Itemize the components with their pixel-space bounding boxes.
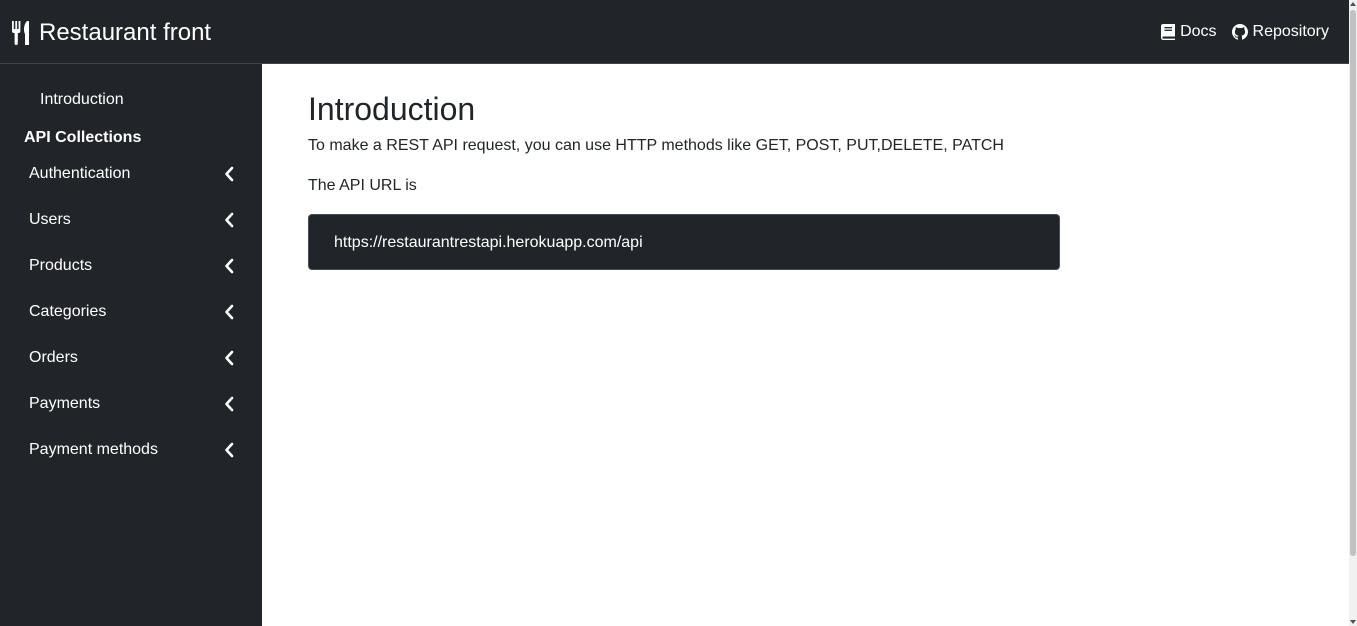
brand-link[interactable]: Restaurant front bbox=[12, 17, 211, 49]
scrollbar-thumb[interactable] bbox=[1350, 10, 1356, 556]
sidebar-item-label: Orders bbox=[29, 349, 78, 366]
navbar-links: Docs Repository bbox=[1161, 20, 1329, 44]
sidebar: Introduction API Collections Authenticat… bbox=[0, 64, 262, 626]
github-icon bbox=[1231, 24, 1248, 40]
http-methods-text: To make a REST API request, you can use … bbox=[308, 137, 1004, 154]
chevron-left-icon bbox=[225, 442, 234, 458]
docs-link[interactable]: Docs bbox=[1161, 23, 1217, 41]
sidebar-item-orders[interactable]: Orders bbox=[0, 335, 262, 381]
page-title: Introduction bbox=[308, 91, 476, 127]
sidebar-item-users[interactable]: Users bbox=[0, 197, 262, 243]
sidebar-item-label: Payment methods bbox=[29, 441, 158, 458]
api-url-code-block: https://restaurantrestapi.herokuapp.com/… bbox=[308, 214, 1060, 270]
sidebar-item-categories[interactable]: Categories bbox=[0, 289, 262, 335]
scroll-up-arrow-icon[interactable] bbox=[1350, 2, 1356, 6]
docs-label: Docs bbox=[1180, 23, 1217, 40]
utensils-icon bbox=[12, 21, 29, 45]
chevron-left-icon bbox=[225, 212, 234, 228]
sidebar-item-payment-methods[interactable]: Payment methods bbox=[0, 427, 262, 473]
sidebar-item-label: Users bbox=[29, 211, 71, 228]
book-icon bbox=[1161, 24, 1176, 40]
sidebar-item-label: Payments bbox=[29, 395, 101, 412]
scroll-down-arrow-icon[interactable] bbox=[1350, 620, 1356, 624]
chevron-left-icon bbox=[225, 304, 234, 320]
top-navbar: Restaurant front Docs Repository bbox=[0, 0, 1349, 64]
sidebar-item-introduction[interactable]: Introduction bbox=[40, 90, 124, 110]
sidebar-item-products[interactable]: Products bbox=[0, 243, 262, 289]
api-collections-heading: API Collections bbox=[24, 129, 142, 146]
api-url-label: The API URL is bbox=[308, 177, 417, 194]
repository-link[interactable]: Repository bbox=[1231, 23, 1329, 41]
chevron-left-icon bbox=[225, 166, 234, 182]
sidebar-menu: Authentication Users Products Categories… bbox=[0, 151, 262, 473]
repository-label: Repository bbox=[1252, 23, 1329, 40]
vertical-scrollbar[interactable] bbox=[1349, 0, 1357, 626]
chevron-left-icon bbox=[225, 350, 234, 366]
sidebar-item-authentication[interactable]: Authentication bbox=[0, 151, 262, 197]
sidebar-item-payments[interactable]: Payments bbox=[0, 381, 262, 427]
chevron-left-icon bbox=[225, 396, 234, 412]
sidebar-item-label: Categories bbox=[29, 303, 107, 320]
sidebar-item-label: Products bbox=[29, 257, 93, 274]
sidebar-item-label: Authentication bbox=[29, 165, 131, 182]
brand-title: Restaurant front bbox=[39, 19, 212, 46]
chevron-left-icon bbox=[225, 258, 234, 274]
